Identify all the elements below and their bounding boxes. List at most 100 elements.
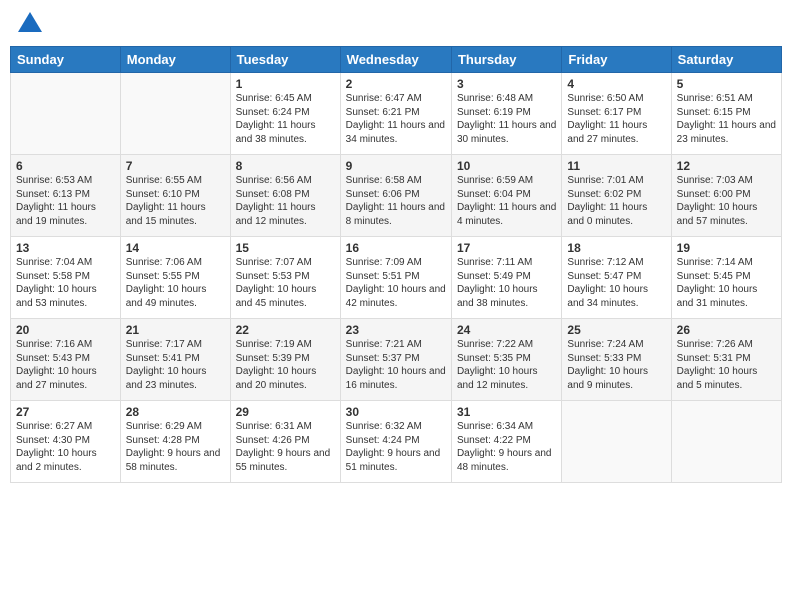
calendar-cell: 28Sunrise: 6:29 AM Sunset: 4:28 PM Dayli… bbox=[120, 401, 230, 483]
day-number: 31 bbox=[457, 405, 556, 419]
day-number: 6 bbox=[16, 159, 115, 173]
day-content: Sunrise: 7:24 AM Sunset: 5:33 PM Dayligh… bbox=[567, 338, 665, 392]
calendar-cell: 8Sunrise: 6:56 AM Sunset: 6:08 PM Daylig… bbox=[230, 155, 340, 237]
calendar-cell bbox=[11, 73, 121, 155]
calendar-cell bbox=[120, 73, 230, 155]
day-content: Sunrise: 6:51 AM Sunset: 6:15 PM Dayligh… bbox=[677, 92, 776, 146]
calendar-cell: 14Sunrise: 7:06 AM Sunset: 5:55 PM Dayli… bbox=[120, 237, 230, 319]
day-content: Sunrise: 7:04 AM Sunset: 5:58 PM Dayligh… bbox=[16, 256, 115, 310]
weekday-header-wednesday: Wednesday bbox=[340, 47, 451, 73]
day-content: Sunrise: 6:34 AM Sunset: 4:22 PM Dayligh… bbox=[457, 420, 556, 474]
calendar-cell: 16Sunrise: 7:09 AM Sunset: 5:51 PM Dayli… bbox=[340, 237, 451, 319]
calendar-cell: 27Sunrise: 6:27 AM Sunset: 4:30 PM Dayli… bbox=[11, 401, 121, 483]
calendar-cell: 24Sunrise: 7:22 AM Sunset: 5:35 PM Dayli… bbox=[451, 319, 561, 401]
day-number: 26 bbox=[677, 323, 776, 337]
day-content: Sunrise: 6:59 AM Sunset: 6:04 PM Dayligh… bbox=[457, 174, 556, 228]
calendar-cell: 2Sunrise: 6:47 AM Sunset: 6:21 PM Daylig… bbox=[340, 73, 451, 155]
calendar-cell: 18Sunrise: 7:12 AM Sunset: 5:47 PM Dayli… bbox=[562, 237, 671, 319]
day-number: 29 bbox=[236, 405, 335, 419]
calendar-cell: 6Sunrise: 6:53 AM Sunset: 6:13 PM Daylig… bbox=[11, 155, 121, 237]
weekday-header-friday: Friday bbox=[562, 47, 671, 73]
calendar-cell: 10Sunrise: 6:59 AM Sunset: 6:04 PM Dayli… bbox=[451, 155, 561, 237]
day-number: 19 bbox=[677, 241, 776, 255]
day-number: 3 bbox=[457, 77, 556, 91]
day-content: Sunrise: 7:03 AM Sunset: 6:00 PM Dayligh… bbox=[677, 174, 776, 228]
calendar-cell: 21Sunrise: 7:17 AM Sunset: 5:41 PM Dayli… bbox=[120, 319, 230, 401]
calendar-week-2: 6Sunrise: 6:53 AM Sunset: 6:13 PM Daylig… bbox=[11, 155, 782, 237]
day-content: Sunrise: 7:06 AM Sunset: 5:55 PM Dayligh… bbox=[126, 256, 225, 310]
calendar-cell: 11Sunrise: 7:01 AM Sunset: 6:02 PM Dayli… bbox=[562, 155, 671, 237]
day-number: 18 bbox=[567, 241, 665, 255]
day-number: 28 bbox=[126, 405, 225, 419]
day-number: 12 bbox=[677, 159, 776, 173]
calendar-cell: 13Sunrise: 7:04 AM Sunset: 5:58 PM Dayli… bbox=[11, 237, 121, 319]
day-number: 17 bbox=[457, 241, 556, 255]
day-number: 13 bbox=[16, 241, 115, 255]
calendar-cell: 5Sunrise: 6:51 AM Sunset: 6:15 PM Daylig… bbox=[671, 73, 781, 155]
calendar-cell: 20Sunrise: 7:16 AM Sunset: 5:43 PM Dayli… bbox=[11, 319, 121, 401]
weekday-header-sunday: Sunday bbox=[11, 47, 121, 73]
calendar-cell: 9Sunrise: 6:58 AM Sunset: 6:06 PM Daylig… bbox=[340, 155, 451, 237]
day-content: Sunrise: 7:14 AM Sunset: 5:45 PM Dayligh… bbox=[677, 256, 776, 310]
day-number: 22 bbox=[236, 323, 335, 337]
calendar-cell: 4Sunrise: 6:50 AM Sunset: 6:17 PM Daylig… bbox=[562, 73, 671, 155]
day-number: 4 bbox=[567, 77, 665, 91]
calendar-week-4: 20Sunrise: 7:16 AM Sunset: 5:43 PM Dayli… bbox=[11, 319, 782, 401]
day-content: Sunrise: 7:09 AM Sunset: 5:51 PM Dayligh… bbox=[346, 256, 446, 310]
logo-icon bbox=[16, 10, 44, 38]
day-content: Sunrise: 6:50 AM Sunset: 6:17 PM Dayligh… bbox=[567, 92, 665, 146]
weekday-header-monday: Monday bbox=[120, 47, 230, 73]
calendar-cell: 25Sunrise: 7:24 AM Sunset: 5:33 PM Dayli… bbox=[562, 319, 671, 401]
day-content: Sunrise: 7:07 AM Sunset: 5:53 PM Dayligh… bbox=[236, 256, 335, 310]
day-content: Sunrise: 7:19 AM Sunset: 5:39 PM Dayligh… bbox=[236, 338, 335, 392]
calendar-cell: 15Sunrise: 7:07 AM Sunset: 5:53 PM Dayli… bbox=[230, 237, 340, 319]
day-number: 23 bbox=[346, 323, 446, 337]
day-content: Sunrise: 7:17 AM Sunset: 5:41 PM Dayligh… bbox=[126, 338, 225, 392]
day-content: Sunrise: 6:32 AM Sunset: 4:24 PM Dayligh… bbox=[346, 420, 446, 474]
calendar-cell: 7Sunrise: 6:55 AM Sunset: 6:10 PM Daylig… bbox=[120, 155, 230, 237]
day-number: 1 bbox=[236, 77, 335, 91]
day-content: Sunrise: 6:58 AM Sunset: 6:06 PM Dayligh… bbox=[346, 174, 446, 228]
calendar-cell: 17Sunrise: 7:11 AM Sunset: 5:49 PM Dayli… bbox=[451, 237, 561, 319]
day-number: 8 bbox=[236, 159, 335, 173]
day-number: 21 bbox=[126, 323, 225, 337]
day-number: 11 bbox=[567, 159, 665, 173]
weekday-header-saturday: Saturday bbox=[671, 47, 781, 73]
day-number: 27 bbox=[16, 405, 115, 419]
day-number: 14 bbox=[126, 241, 225, 255]
calendar-header-row: SundayMondayTuesdayWednesdayThursdayFrid… bbox=[11, 47, 782, 73]
logo bbox=[14, 10, 44, 38]
day-number: 15 bbox=[236, 241, 335, 255]
calendar-week-1: 1Sunrise: 6:45 AM Sunset: 6:24 PM Daylig… bbox=[11, 73, 782, 155]
day-number: 2 bbox=[346, 77, 446, 91]
calendar-cell: 29Sunrise: 6:31 AM Sunset: 4:26 PM Dayli… bbox=[230, 401, 340, 483]
day-content: Sunrise: 6:47 AM Sunset: 6:21 PM Dayligh… bbox=[346, 92, 446, 146]
calendar-cell: 3Sunrise: 6:48 AM Sunset: 6:19 PM Daylig… bbox=[451, 73, 561, 155]
weekday-header-tuesday: Tuesday bbox=[230, 47, 340, 73]
day-number: 30 bbox=[346, 405, 446, 419]
day-number: 9 bbox=[346, 159, 446, 173]
day-number: 20 bbox=[16, 323, 115, 337]
day-content: Sunrise: 7:22 AM Sunset: 5:35 PM Dayligh… bbox=[457, 338, 556, 392]
day-content: Sunrise: 6:27 AM Sunset: 4:30 PM Dayligh… bbox=[16, 420, 115, 474]
calendar-cell: 31Sunrise: 6:34 AM Sunset: 4:22 PM Dayli… bbox=[451, 401, 561, 483]
day-number: 7 bbox=[126, 159, 225, 173]
calendar-table: SundayMondayTuesdayWednesdayThursdayFrid… bbox=[10, 46, 782, 483]
day-content: Sunrise: 6:45 AM Sunset: 6:24 PM Dayligh… bbox=[236, 92, 335, 146]
day-content: Sunrise: 6:31 AM Sunset: 4:26 PM Dayligh… bbox=[236, 420, 335, 474]
day-content: Sunrise: 7:11 AM Sunset: 5:49 PM Dayligh… bbox=[457, 256, 556, 310]
day-content: Sunrise: 6:29 AM Sunset: 4:28 PM Dayligh… bbox=[126, 420, 225, 474]
calendar-cell: 1Sunrise: 6:45 AM Sunset: 6:24 PM Daylig… bbox=[230, 73, 340, 155]
day-number: 5 bbox=[677, 77, 776, 91]
day-content: Sunrise: 7:16 AM Sunset: 5:43 PM Dayligh… bbox=[16, 338, 115, 392]
day-content: Sunrise: 7:01 AM Sunset: 6:02 PM Dayligh… bbox=[567, 174, 665, 228]
day-number: 25 bbox=[567, 323, 665, 337]
day-number: 16 bbox=[346, 241, 446, 255]
day-number: 24 bbox=[457, 323, 556, 337]
day-content: Sunrise: 6:55 AM Sunset: 6:10 PM Dayligh… bbox=[126, 174, 225, 228]
day-content: Sunrise: 7:21 AM Sunset: 5:37 PM Dayligh… bbox=[346, 338, 446, 392]
day-content: Sunrise: 6:56 AM Sunset: 6:08 PM Dayligh… bbox=[236, 174, 335, 228]
day-content: Sunrise: 7:12 AM Sunset: 5:47 PM Dayligh… bbox=[567, 256, 665, 310]
weekday-header-thursday: Thursday bbox=[451, 47, 561, 73]
day-content: Sunrise: 7:26 AM Sunset: 5:31 PM Dayligh… bbox=[677, 338, 776, 392]
